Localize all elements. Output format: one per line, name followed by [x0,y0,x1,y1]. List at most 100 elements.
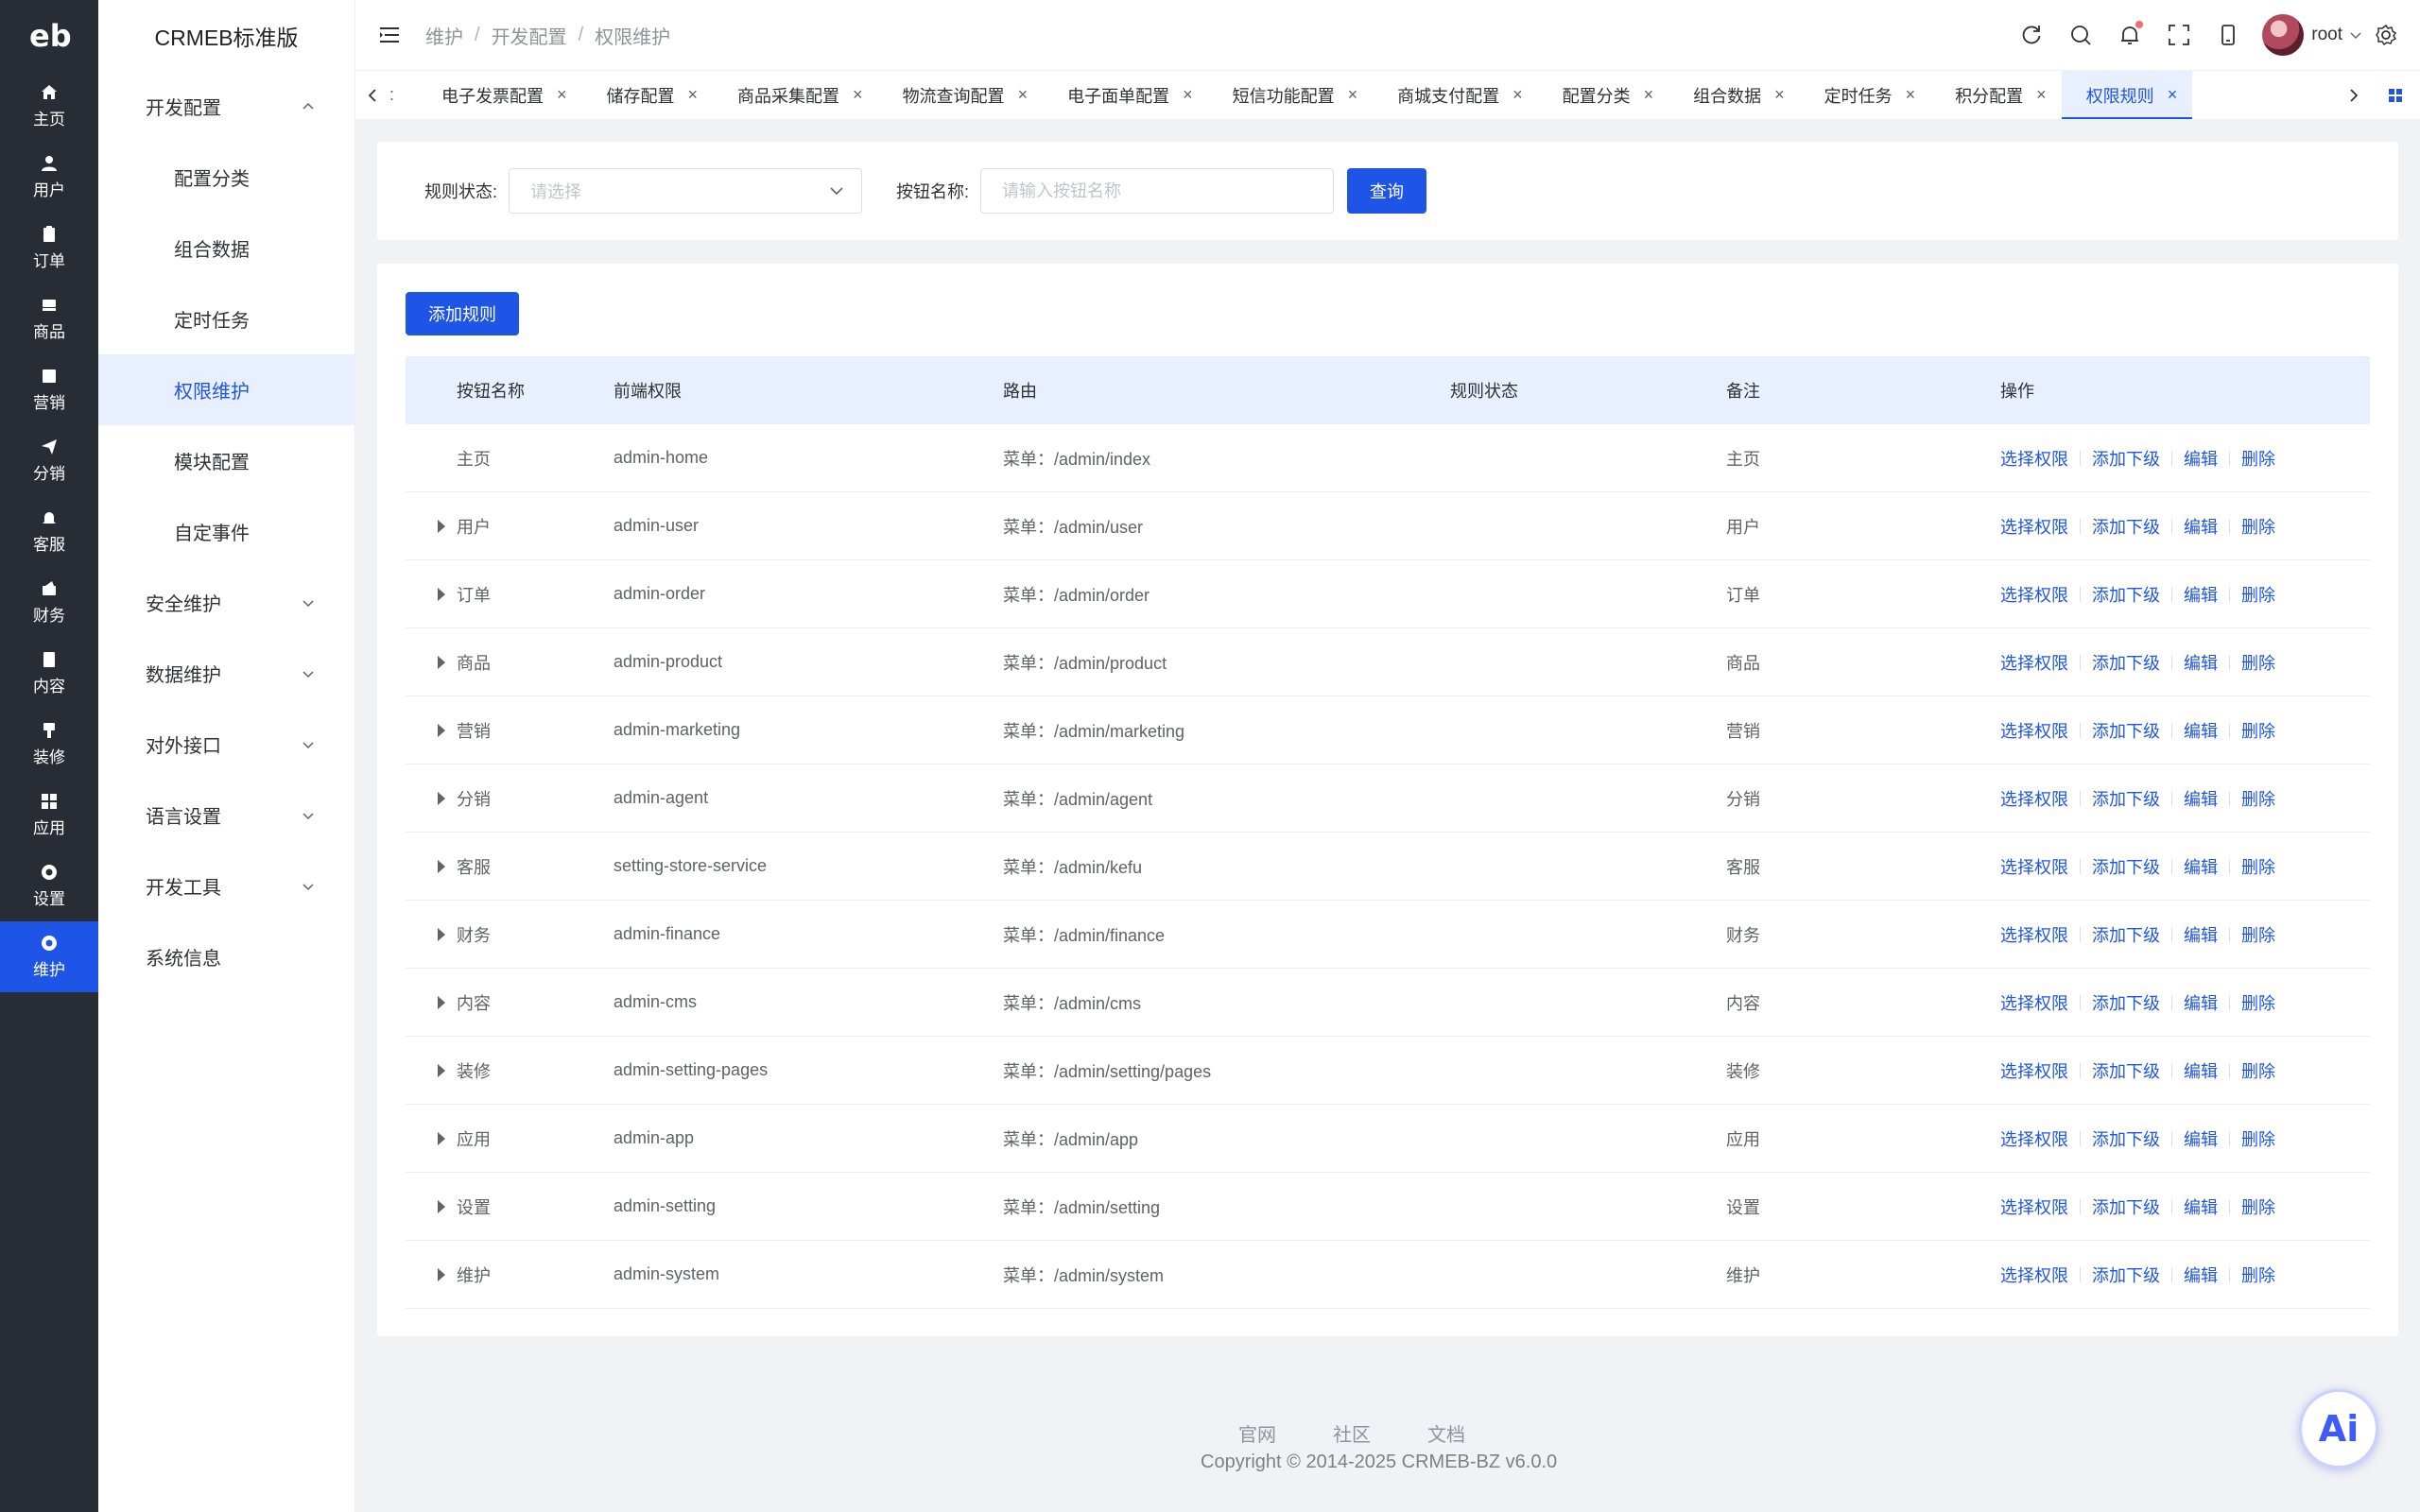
settings-gear-icon[interactable] [2374,23,2398,47]
sidebar-sub-item[interactable]: 配置分类 [98,142,354,213]
close-icon[interactable]: × [1018,85,1028,105]
close-icon[interactable]: × [2036,85,2047,105]
rail-item-maintain[interactable]: 维护 [0,921,98,992]
logo[interactable]: eb [0,0,98,71]
breadcrumb-item[interactable]: 维护 [425,22,463,49]
tab-item[interactable]: 商品采集配置 × [713,71,878,119]
close-icon[interactable]: × [1512,85,1523,105]
rail-item-user[interactable]: 用户 [0,142,98,213]
breadcrumb-item[interactable]: 开发配置 [492,22,567,49]
row-op-link[interactable]: 选择权限 [2000,786,2068,811]
sidebar-item-system-info[interactable]: 系统信息 [98,921,354,992]
rail-item-bell[interactable]: 客服 [0,496,98,567]
avatar[interactable] [2262,14,2305,56]
expand-caret-icon[interactable] [438,1267,445,1281]
tab-item[interactable]: 电子面单配置 × [1043,71,1208,119]
row-op-link[interactable]: 选择权限 [2000,514,2068,539]
rail-item-marketing[interactable]: 营销 [0,354,98,425]
sidebar-group[interactable]: 数据维护 [98,638,354,709]
sidebar-group[interactable]: 安全维护 [98,567,354,638]
row-op-link[interactable]: 删除 [2241,922,2275,947]
row-op-link[interactable]: 删除 [2241,1263,2275,1287]
row-op-link[interactable]: 删除 [2241,446,2275,471]
rail-item-send[interactable]: 分销 [0,425,98,496]
rail-item-content[interactable]: 内容 [0,638,98,709]
sidebar-group[interactable]: 开发工具 [98,850,354,921]
rail-item-settings[interactable]: 设置 [0,850,98,921]
row-op-link[interactable]: 删除 [2241,1126,2275,1151]
query-button[interactable]: 查询 [1347,168,1427,214]
tab-item[interactable]: 商城支付配置 × [1373,71,1538,119]
expand-caret-icon[interactable] [438,723,445,737]
rail-item-finance[interactable]: 财务 [0,567,98,638]
expand-caret-icon[interactable] [438,587,445,601]
sidebar-group[interactable]: 语言设置 [98,780,354,850]
row-op-link[interactable]: 选择权限 [2000,582,2068,607]
search-icon[interactable] [2068,23,2093,47]
row-op-link[interactable]: 删除 [2241,1058,2275,1083]
row-op-link[interactable]: 选择权限 [2000,922,2068,947]
footer-link[interactable]: 官网 [1238,1419,1276,1447]
tab-item[interactable]: 定时任务 × [1800,71,1931,119]
tab-item[interactable]: 储存配置 × [582,71,714,119]
close-icon[interactable]: × [2168,85,2178,105]
row-op-link[interactable]: 添加下级 [2092,446,2160,471]
row-op-link[interactable]: 编辑 [2184,922,2218,947]
tab-item[interactable]: 权限规则 × [2061,71,2193,119]
row-op-link[interactable]: 编辑 [2184,446,2218,471]
row-op-link[interactable]: 编辑 [2184,514,2218,539]
button-name-input[interactable] [980,168,1335,214]
row-op-link[interactable]: 编辑 [2184,1194,2218,1219]
rail-item-product[interactable]: 商品 [0,284,98,354]
row-op-link[interactable]: 编辑 [2184,1126,2218,1151]
sidebar-sub-item[interactable]: 组合数据 [98,213,354,284]
row-op-link[interactable]: 编辑 [2184,990,2218,1015]
sidebar-group-dev-config[interactable]: 开发配置 [98,71,354,142]
row-op-link[interactable]: 删除 [2241,582,2275,607]
row-op-link[interactable]: 选择权限 [2000,650,2068,675]
row-op-link[interactable]: 编辑 [2184,582,2218,607]
row-op-link[interactable]: 添加下级 [2092,922,2160,947]
row-op-link[interactable]: 选择权限 [2000,990,2068,1015]
rail-item-apps[interactable]: 应用 [0,780,98,850]
expand-caret-icon[interactable] [438,1131,445,1145]
close-icon[interactable]: × [1906,85,1916,105]
rail-item-order[interactable]: 订单 [0,213,98,284]
rail-item-home[interactable]: 主页 [0,71,98,142]
row-op-link[interactable]: 删除 [2241,514,2275,539]
row-op-link[interactable]: 选择权限 [2000,1058,2068,1083]
row-op-link[interactable]: 添加下级 [2092,718,2160,743]
row-op-link[interactable]: 编辑 [2184,718,2218,743]
sidebar-group[interactable]: 对外接口 [98,709,354,780]
ai-assistant-button[interactable]: Ai [2299,1389,2378,1469]
menu-toggle-icon[interactable] [378,24,401,46]
expand-caret-icon[interactable] [438,519,445,533]
close-icon[interactable]: × [1183,85,1193,105]
mobile-preview-icon[interactable] [2216,23,2240,47]
row-op-link[interactable]: 选择权限 [2000,1126,2068,1151]
tab-scroll-right-button[interactable] [2337,71,2371,119]
row-op-link[interactable]: 删除 [2241,854,2275,879]
close-icon[interactable]: × [1644,85,1654,105]
tab-item[interactable]: 组合数据 × [1668,71,1800,119]
tab-scroll-left-button[interactable] [355,71,389,119]
row-op-link[interactable]: 选择权限 [2000,1194,2068,1219]
row-op-link[interactable]: 删除 [2241,786,2275,811]
close-icon[interactable]: × [1348,85,1358,105]
row-op-link[interactable]: 添加下级 [2092,650,2160,675]
sidebar-sub-item[interactable]: 模块配置 [98,425,354,496]
row-op-link[interactable]: 编辑 [2184,1263,2218,1287]
close-icon[interactable]: × [688,85,699,105]
add-rule-button[interactable]: 添加规则 [406,292,519,335]
row-op-link[interactable]: 添加下级 [2092,1263,2160,1287]
sidebar-sub-item[interactable]: 权限维护 [98,354,354,425]
close-icon[interactable]: × [1774,85,1785,105]
row-op-link[interactable]: 添加下级 [2092,990,2160,1015]
row-op-link[interactable]: 删除 [2241,990,2275,1015]
row-op-link[interactable]: 编辑 [2184,650,2218,675]
close-icon[interactable]: × [853,85,863,105]
row-op-link[interactable]: 删除 [2241,718,2275,743]
chevron-down-icon[interactable] [2350,29,2361,41]
status-select[interactable]: 请选择 [509,168,863,214]
expand-caret-icon[interactable] [438,791,445,805]
